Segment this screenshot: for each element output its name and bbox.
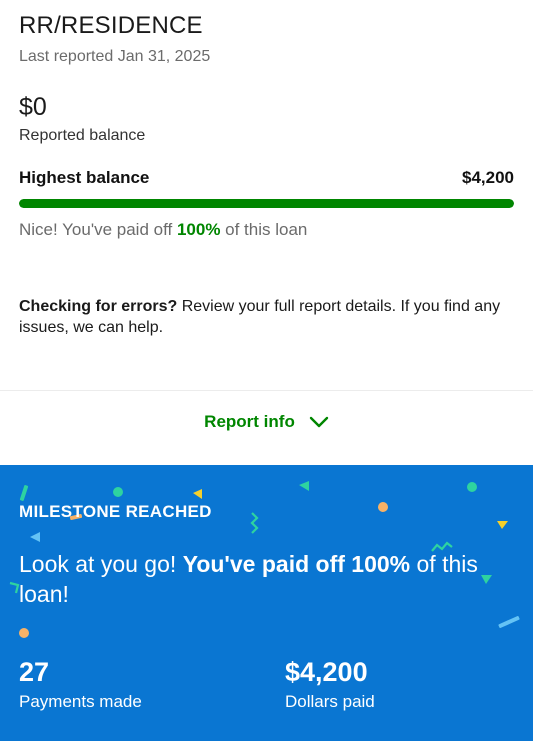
- reported-balance-value: $0: [19, 93, 47, 121]
- payments-made-value: 27: [19, 657, 50, 687]
- paid-note-suffix: of this loan: [220, 220, 308, 239]
- dollars-paid-value: $4,200: [285, 657, 368, 687]
- reported-balance-label: Reported balance: [19, 127, 146, 144]
- milestone-text-prefix: Look at you go!: [19, 551, 183, 577]
- dollars-paid-stat: $4,200 Dollars paid: [285, 657, 375, 712]
- milestone-label: MILESTONE REACHED: [19, 502, 212, 521]
- highest-balance-value: $4,200: [462, 168, 514, 187]
- report-info-label: Report info: [204, 412, 295, 431]
- last-reported-date: Last reported Jan 31, 2025: [19, 48, 211, 65]
- dollars-paid-label: Dollars paid: [285, 692, 375, 711]
- paid-percentage: 100%: [176, 220, 221, 239]
- highest-balance-label: Highest balance: [19, 168, 150, 187]
- error-check-heading: Checking for errors?: [19, 298, 178, 315]
- payments-made-label: Payments made: [19, 692, 142, 711]
- error-check-note: Checking for errors? Review your full re…: [19, 296, 519, 338]
- payments-made-stat: 27 Payments made: [19, 657, 142, 712]
- milestone-text-bold: You've paid off 100%: [182, 551, 411, 577]
- payoff-progress-bar: [19, 199, 514, 208]
- paid-off-note: Nice! You've paid off 100% of this loan: [19, 220, 307, 240]
- report-info-toggle[interactable]: Report info: [0, 400, 533, 444]
- milestone-banner: MILESTONE REACHED Look at you go! You've…: [0, 465, 533, 741]
- paid-note-prefix: Nice! You've paid off: [19, 220, 177, 239]
- milestone-message: Look at you go! You've paid off 100% of …: [19, 549, 489, 609]
- divider: [0, 390, 533, 391]
- payoff-progress-fill: [19, 199, 514, 208]
- loan-title: RR/RESIDENCE: [19, 12, 203, 39]
- loan-summary-section: RR/RESIDENCE Last reported Jan 31, 2025 …: [0, 0, 533, 465]
- chevron-down-icon: [309, 416, 329, 428]
